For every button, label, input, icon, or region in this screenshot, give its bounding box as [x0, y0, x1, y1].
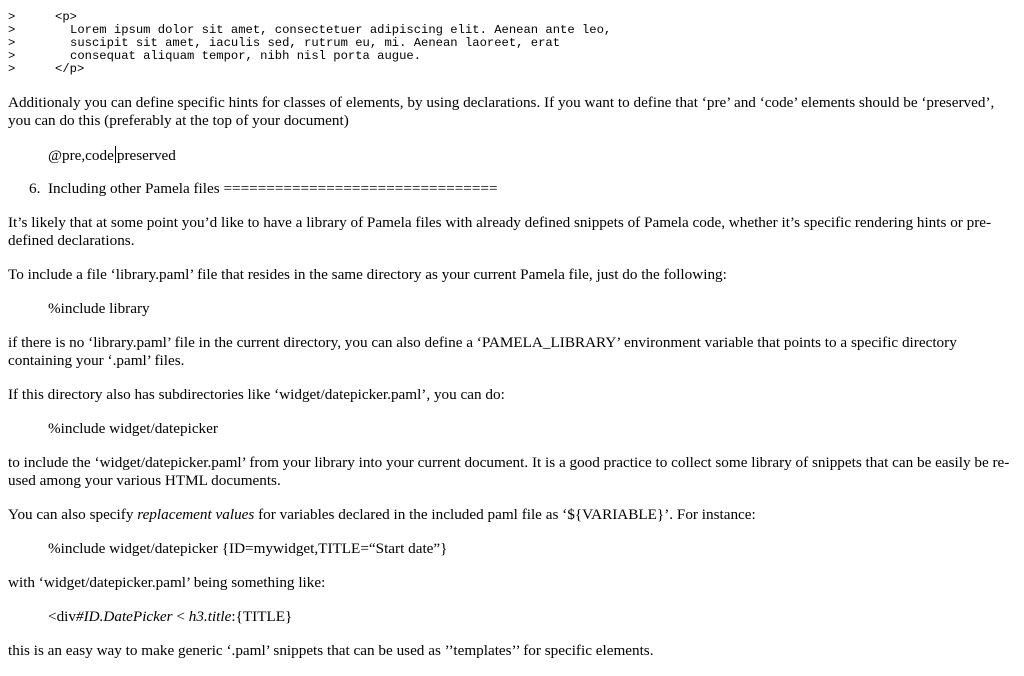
code-div-example: <div#ID.DatePicker < h3.title:{TITLE} — [48, 608, 292, 626]
paragraph-library: It’s likely that at some point you’d lik… — [8, 214, 992, 249]
paragraph-replace-end: for variables declared in the included p… — [254, 506, 756, 523]
paragraph-include: To include a file ‘library.paml’ file th… — [8, 266, 727, 283]
quoted-line: > </p> — [8, 63, 1008, 76]
quoted-line-text: </p> — [55, 62, 85, 76]
section-heading: 6. Including other Pamela files =========… — [29, 180, 498, 198]
code-div-title: :{TITLE} — [231, 608, 293, 625]
code-div-nest: < — [172, 608, 189, 625]
paragraph-subdirs: If this directory also has subdirectorie… — [8, 386, 505, 403]
document-page: > <p> > Lorem ipsum dolor sit amet, cons… — [0, 0, 1024, 676]
quoted-code-block: > <p> > Lorem ipsum dolor sit amet, cons… — [8, 11, 1008, 76]
paragraph-hints: Additionaly you can define specific hint… — [8, 94, 995, 129]
code-div-id: #ID.DatePicker — [75, 608, 173, 625]
paragraph-templates: this is an easy way to make generic ‘.pa… — [8, 642, 654, 659]
paragraph-practice: to include the ‘widget/datepicker.paml’ … — [8, 454, 1010, 489]
code-div-h3: h3.title — [188, 608, 232, 625]
paragraph-replace-start: You can also specify — [8, 506, 138, 523]
quote-marker: > — [8, 62, 16, 76]
code-hints-selector: @pre,code — [48, 147, 114, 164]
code-include-replace: %include widget/datepicker {ID=mywidget,… — [48, 540, 448, 557]
emphasis-replacement-values: replacement values — [137, 506, 255, 523]
text-cursor — [114, 146, 116, 163]
paragraph-replace: You can also specify replacement values … — [8, 506, 1018, 524]
section-title: Including other Pamela files ===========… — [48, 180, 498, 197]
quoted-line-text: consequat aliquam tempor, nibh nisl port… — [70, 49, 422, 63]
code-hints: @pre,code preserved — [48, 146, 176, 165]
section-number: 6. — [29, 180, 41, 197]
code-hints-value: preserved — [116, 147, 176, 164]
code-include-library: %include library — [48, 300, 150, 317]
quoted-line: > consequat aliquam tempor, nibh nisl po… — [8, 50, 1008, 63]
code-div-tag: <div — [48, 608, 76, 625]
paragraph-with: with ‘widget/datepicker.paml’ being some… — [8, 574, 326, 591]
paragraph-env: if there is no ‘library.paml’ file in th… — [8, 334, 957, 369]
code-include-datepicker: %include widget/datepicker — [48, 420, 218, 437]
